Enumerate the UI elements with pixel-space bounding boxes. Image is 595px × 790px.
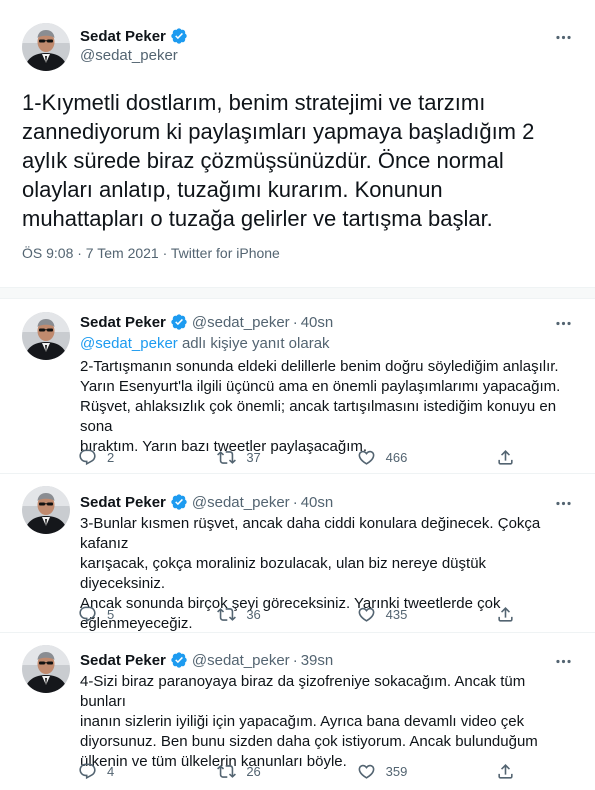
verified-badge-icon [170,313,188,331]
share-button[interactable] [496,605,515,624]
main-tweet: Sedat Peker @sedat_peker 1-Kıymetli dost… [0,0,595,287]
more-options-icon[interactable] [554,28,573,52]
share-button[interactable] [496,448,515,467]
tweet-text: 2-Tartışmanın sonunda eldeki delillerle … [80,358,561,455]
timestamp[interactable]: 39sn [301,652,334,669]
like-icon [357,762,376,781]
like-count: 359 [385,764,408,779]
like-count: 466 [385,450,408,465]
reply-header: Sedat Peker @sedat_peker · 40sn [80,493,333,511]
avatar[interactable] [22,312,70,360]
reply-count: 4 [107,764,115,779]
verified-badge-icon [170,493,188,511]
replying-to-mention[interactable]: @sedat_peker [80,335,178,352]
reply-button[interactable]: 2 [78,448,168,467]
like-count: 435 [385,607,408,622]
retweet-count: 36 [246,607,261,622]
thread-separator [0,287,595,299]
tweet-text: 1-Kıymetli dostlarım, benim stratejimi v… [22,90,535,231]
retweet-button[interactable]: 37 [217,448,307,467]
share-icon [496,605,515,624]
retweet-count: 37 [246,450,261,465]
like-button[interactable]: 435 [357,605,447,624]
like-icon [357,448,376,467]
tweet-text: 4-Sizi biraz paranoyaya biraz da şizofre… [80,673,538,770]
reply-header: Sedat Peker @sedat_peker · 39sn [80,651,333,669]
share-icon [496,448,515,467]
tweet-meta[interactable]: ÖS 9:08 · 7 Tem 2021 · Twitter for iPhon… [22,245,280,261]
separator-dot: · [292,493,298,511]
reply-count: 2 [107,450,115,465]
timestamp[interactable]: 40sn [301,314,334,331]
action-bar: 4 26 359 [78,762,515,781]
reply-icon [78,762,97,781]
timestamp[interactable]: 40sn [301,494,334,511]
author-handle[interactable]: @sedat_peker [192,314,290,331]
author-name[interactable]: Sedat Peker [80,314,166,331]
reply-tweet[interactable]: Sedat Peker @sedat_peker · 39sn 4-Sizi b… [0,633,595,790]
author-row: Sedat Peker [80,27,188,45]
verified-badge-icon [170,27,188,45]
retweet-icon [217,448,236,467]
author-name[interactable]: Sedat Peker [80,494,166,511]
share-button[interactable] [496,762,515,781]
verified-badge-icon [170,651,188,669]
like-icon [357,605,376,624]
reply-icon [78,448,97,467]
author-handle[interactable]: @sedat_peker [80,47,178,64]
replying-to-suffix: adlı kişiye yanıt olarak [177,335,330,352]
author-name[interactable]: Sedat Peker [80,652,166,669]
reply-tweet[interactable]: Sedat Peker @sedat_peker · 40sn @sedat_p… [0,300,595,474]
separator-dot: · [292,313,298,331]
replying-to: @sedat_peker adlı kişiye yanıt olarak [80,335,330,352]
action-bar: 5 36 435 [78,605,515,624]
like-button[interactable]: 466 [357,448,447,467]
author-handle[interactable]: @sedat_peker [192,494,290,511]
reply-button[interactable]: 4 [78,762,168,781]
retweet-count: 26 [246,764,261,779]
reply-button[interactable]: 5 [78,605,168,624]
avatar[interactable] [22,486,70,534]
reply-tweet[interactable]: Sedat Peker @sedat_peker · 40sn 3-Bunlar… [0,474,595,633]
reply-icon [78,605,97,624]
author-name[interactable]: Sedat Peker [80,28,166,45]
retweet-button[interactable]: 36 [217,605,307,624]
avatar[interactable] [22,645,70,693]
separator-dot: · [292,651,298,669]
more-options-icon[interactable] [554,314,573,338]
retweet-button[interactable]: 26 [217,762,307,781]
reply-header: Sedat Peker @sedat_peker · 40sn [80,313,333,331]
reply-count: 5 [107,607,115,622]
author-handle[interactable]: @sedat_peker [192,652,290,669]
like-button[interactable]: 359 [357,762,447,781]
retweet-icon [217,762,236,781]
share-icon [496,762,515,781]
avatar[interactable] [22,23,70,71]
retweet-icon [217,605,236,624]
action-bar: 2 37 466 [78,448,515,467]
